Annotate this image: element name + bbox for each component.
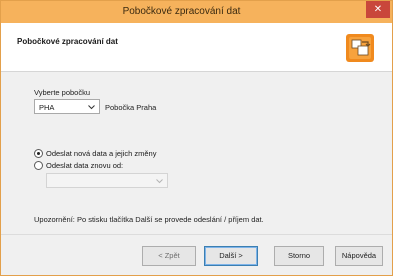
window-title: Pobočkové zpracování dat bbox=[122, 6, 241, 17]
notice-text: Upozornění: Po stisku tlačítka Další se … bbox=[34, 215, 264, 224]
next-button[interactable]: Další > bbox=[204, 246, 258, 266]
wizard-header: Pobočkové zpracování dat bbox=[1, 23, 392, 72]
wizard-content: Vyberte pobočku PHA Pobočka Praha Odesla… bbox=[1, 73, 392, 234]
radio-button-checked[interactable] bbox=[34, 149, 43, 158]
wizard-icon bbox=[346, 34, 374, 62]
branch-select[interactable]: PHA bbox=[34, 99, 100, 114]
page-title: Pobočkové zpracování dat bbox=[17, 37, 118, 46]
branch-label: Vyberte pobočku bbox=[34, 88, 91, 97]
radio-send-again[interactable]: Odeslat data znovu od: bbox=[34, 160, 123, 171]
close-button[interactable]: ✕ bbox=[366, 1, 390, 18]
branch-code: PHA bbox=[39, 103, 55, 112]
footer-divider bbox=[1, 234, 392, 235]
back-button[interactable]: < Zpět bbox=[142, 246, 196, 266]
branch-name: Pobočka Praha bbox=[105, 103, 157, 112]
help-button[interactable]: Nápověda bbox=[335, 246, 383, 266]
cancel-button[interactable]: Storno bbox=[274, 246, 324, 266]
wizard-window: Pobočkové zpracování dat ✕ Pobočkové zpr… bbox=[0, 0, 393, 276]
chevron-down-icon bbox=[88, 105, 95, 110]
radio-send-new-label: Odeslat nová data a jejich změny bbox=[46, 149, 157, 158]
date-select[interactable] bbox=[46, 173, 168, 188]
radio-send-new[interactable]: Odeslat nová data a jejich změny bbox=[34, 148, 156, 159]
chevron-down-icon bbox=[156, 179, 163, 184]
radio-button[interactable] bbox=[34, 161, 43, 170]
title-bar[interactable]: Pobočkové zpracování dat ✕ bbox=[1, 1, 392, 23]
close-icon: ✕ bbox=[373, 4, 383, 15]
radio-send-again-label: Odeslat data znovu od: bbox=[46, 161, 124, 170]
